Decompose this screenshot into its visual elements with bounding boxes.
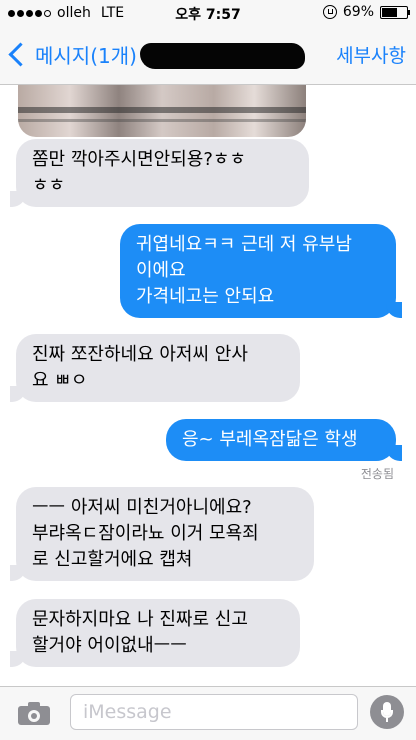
back-chevron-icon: [8, 42, 33, 67]
camera-icon[interactable]: [18, 701, 52, 725]
redacted-contact-name: [140, 43, 305, 69]
microphone-icon[interactable]: [370, 695, 404, 729]
message-bubble-incoming[interactable]: 진짜 쪼잔하네요 아저씨 안사 요 ㅃㅇ: [10, 334, 300, 402]
message-bubble-outgoing[interactable]: 응~ 부레옥잠닮은 학생: [166, 419, 402, 461]
battery-fill: [382, 7, 397, 17]
lock-rotation-icon: [322, 5, 337, 19]
message-bubble-incoming[interactable]: ㅡㅡ 아저씨 미친거아니에요? 부랴옥ㄷ잠이라뇨 이거 모욕죄 로 신고할거에요…: [10, 487, 314, 581]
mic-stand: [381, 710, 393, 718]
mic-leg: [386, 718, 388, 722]
composer-bar: iMessage: [0, 686, 416, 740]
message-bubble-incoming[interactable]: 문자하지마요 나 진짜로 신고 할거야 어이없내ㅡㅡ: [10, 599, 300, 667]
photo-detail: [18, 119, 306, 122]
back-label: 메시지(1개): [35, 44, 137, 68]
message-thread[interactable]: 쫌만 깍아주시면안되용?ㅎㅎ ㅎㅎ 귀엽네요ㅋㅋ 근데 저 유부남 이에요 가격…: [0, 85, 416, 685]
delivery-status: 전송됨: [360, 467, 394, 481]
message-input[interactable]: iMessage: [70, 694, 358, 730]
back-button[interactable]: 메시지(1개): [6, 40, 137, 69]
status-right: 69%: [322, 4, 410, 20]
photo-detail: [18, 107, 306, 113]
battery-percent: 69%: [342, 4, 374, 20]
photo-attachment[interactable]: [18, 85, 306, 137]
status-bar: olleh LTE 오후 7:57 69%: [0, 0, 416, 26]
message-bubble-outgoing[interactable]: 귀엽네요ㅋㅋ 근데 저 유부남 이에요 가격네고는 안되요: [120, 224, 402, 318]
battery-icon: [380, 5, 410, 19]
message-bubble-incoming[interactable]: 쫌만 깍아주시면안되용?ㅎㅎ ㅎㅎ: [10, 139, 309, 207]
navigation-bar: 메시지(1개) 세부사항: [0, 26, 416, 85]
camera-lens: [28, 710, 40, 722]
details-button[interactable]: 세부사항: [336, 41, 406, 68]
